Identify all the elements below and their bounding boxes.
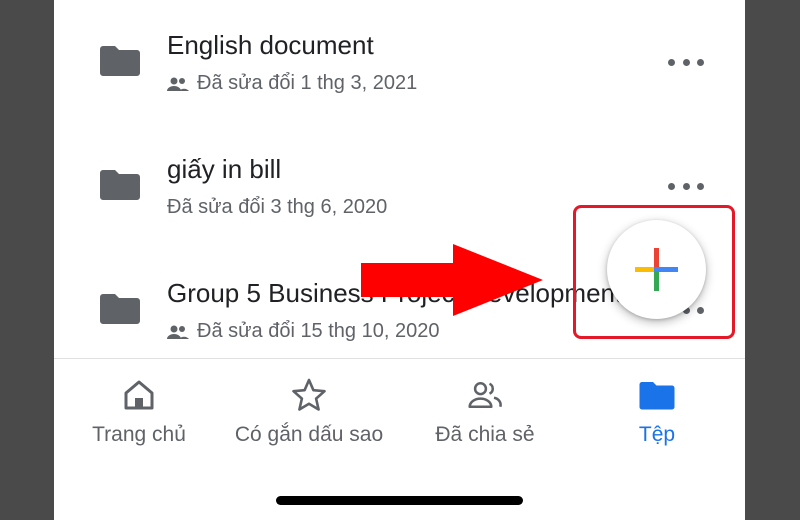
file-meta: Đã sửa đổi 15 thg 10, 2020 [167, 320, 439, 343]
star-icon [292, 378, 326, 411]
nav-label-files: Tệp [638, 423, 676, 446]
plus-icon [635, 248, 678, 291]
home-icon [124, 380, 154, 410]
file-name: giấy in bill [167, 154, 282, 184]
file-name: English document [167, 30, 374, 60]
folder-icon [100, 294, 140, 324]
more-options-icon[interactable] [668, 176, 704, 196]
nav-item-home[interactable]: Trang chủ [54, 377, 224, 447]
modified-date: Đã sửa đổi 15 thg 10, 2020 [197, 320, 440, 342]
file-meta: Đã sửa đổi 3 thg 6, 2020 [167, 196, 387, 219]
folder-icon [100, 170, 140, 200]
nav-label-shared: Đã chia sẻ [435, 423, 535, 446]
shared-people-icon [468, 382, 502, 408]
folder-icon [100, 46, 140, 76]
nav-item-shared[interactable]: Đã chia sẻ [400, 377, 570, 447]
bottom-navigation: Trang chủ Có gắn dấu sao Đã chia sẻ Tệp [54, 358, 745, 520]
shared-people-icon [167, 325, 189, 339]
red-arrow-annotation [361, 244, 543, 316]
folder-icon [639, 382, 675, 410]
more-options-icon[interactable] [668, 52, 704, 72]
nav-label-starred: Có gắn dấu sao [234, 423, 384, 446]
home-indicator [276, 496, 523, 505]
new-button[interactable] [607, 220, 706, 319]
file-meta: Đã sửa đổi 1 thg 3, 2021 [167, 72, 417, 95]
file-row[interactable]: English document Đã sửa đổi 1 thg 3, 202… [54, 0, 745, 120]
nav-item-files[interactable]: Tệp [572, 377, 742, 447]
modified-date: Đã sửa đổi 3 thg 6, 2020 [167, 196, 388, 218]
nav-item-starred[interactable]: Có gắn dấu sao [224, 377, 394, 447]
nav-label-home: Trang chủ [92, 423, 186, 446]
modified-date: Đã sửa đổi 1 thg 3, 2021 [197, 72, 418, 94]
shared-people-icon [167, 77, 189, 91]
